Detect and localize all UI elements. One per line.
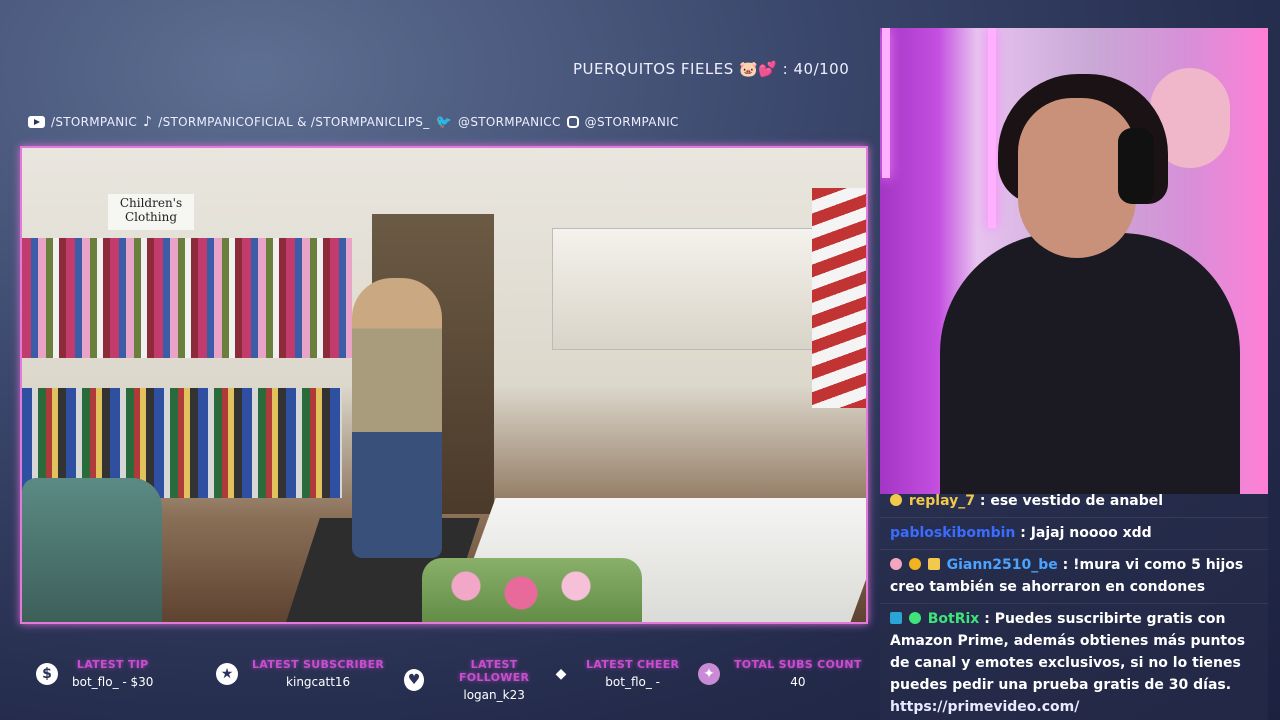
instagram-icon: [566, 116, 579, 128]
badge-icon: [908, 558, 921, 570]
stat-value: logan_k23: [463, 688, 525, 702]
star-icon: ★: [216, 662, 238, 685]
stat-total-subs: ✦ TOTAL SUBS COUNT 40: [698, 658, 862, 689]
chat-text: : !mura vi como 5 hijos creo también se …: [890, 557, 1244, 595]
social-youtube: /STORMPANIC: [51, 115, 137, 129]
flag: [812, 188, 866, 408]
stat-label: LATEST TIP: [76, 658, 149, 671]
chat-username[interactable]: replay_7: [909, 494, 975, 509]
heart-icon: ♥: [404, 669, 425, 691]
bits-icon: ◆: [555, 665, 567, 682]
stat-latest-follower: ♥ LATEST FOLLOWER logan_k23: [404, 658, 550, 702]
store-sign: Children's Clothing: [108, 194, 194, 230]
subs-icon: ✦: [698, 662, 720, 685]
stat-value: kingcatt16: [286, 675, 351, 689]
stat-label: LATEST CHEER: [586, 658, 680, 671]
subs-goal: PUERQUITOS FIELES 🐷💕 : 40/100: [573, 60, 850, 78]
chat-username[interactable]: Giann2510_be: [947, 557, 1058, 573]
stat-label: LATEST SUBSCRIBER: [252, 658, 385, 671]
chat-username[interactable]: BotRix: [928, 611, 980, 627]
dollar-icon: $: [36, 662, 58, 685]
chat-text: : ese vestido de anabel: [979, 494, 1164, 509]
chat-link[interactable]: https://primevideo.com/: [890, 696, 1258, 718]
stat-value: bot_flo_ - $30: [72, 675, 154, 689]
social-instagram: @STORMPANIC: [584, 115, 679, 129]
stat-latest-subscriber: ★ LATEST SUBSCRIBER kingcatt16: [216, 658, 404, 689]
social-tiktok: /STORMPANICOFICIAL & /STORMPANICLIPS_: [158, 115, 430, 129]
chat-message: Giann2510_be : !mura vi como 5 hijos cre…: [880, 550, 1268, 604]
chat-text: : Jajaj noooo xdd: [1020, 525, 1152, 541]
display-shelf: [552, 228, 854, 350]
streamer-body: [940, 233, 1240, 494]
flowers: [422, 558, 642, 622]
stat-value: bot_flo_ -: [605, 675, 661, 689]
chat-message: BotRix : Puedes suscribirte gratis con A…: [880, 604, 1268, 720]
armchair: [22, 478, 162, 622]
neon-light: [988, 28, 996, 228]
crown-icon: [927, 558, 940, 570]
tiktok-icon: ♪: [143, 114, 153, 130]
chat-panel[interactable]: replay_7 : ese vestido de anabel pablosk…: [880, 494, 1268, 720]
stat-latest-cheer: ◆ LATEST CHEER bot_flo_ -: [550, 658, 698, 689]
badge-icon: [890, 558, 902, 570]
stat-label: LATEST FOLLOWER: [458, 658, 530, 684]
shopper: [352, 278, 442, 558]
stat-latest-tip: $ LATEST TIP bot_flo_ - $30: [36, 658, 216, 689]
bot-icon: [890, 612, 902, 624]
neon-light-left: [882, 28, 890, 178]
stat-label: TOTAL SUBS COUNT: [734, 658, 862, 671]
social-twitter: @STORMPANICC: [458, 115, 561, 129]
stream-stats: $ LATEST TIP bot_flo_ - $30 ★ LATEST SUB…: [36, 658, 862, 702]
chat-message: pabloskibombin : Jajaj noooo xdd: [880, 518, 1268, 550]
verified-icon: [908, 612, 921, 624]
clothing-rack: [22, 238, 352, 358]
badge-icon: [890, 494, 902, 506]
twitter-icon: 🐦: [435, 114, 453, 130]
headset: [1118, 128, 1154, 204]
video-player[interactable]: Children's Clothing: [20, 146, 868, 624]
stat-value: 40: [790, 675, 806, 689]
chat-username[interactable]: pabloskibombin: [890, 525, 1015, 541]
social-links: /STORMPANIC ♪ /STORMPANICOFICIAL & /STOR…: [28, 114, 679, 130]
webcam: [880, 28, 1268, 494]
chat-message: replay_7 : ese vestido de anabel: [880, 494, 1268, 518]
youtube-icon: [28, 116, 45, 128]
